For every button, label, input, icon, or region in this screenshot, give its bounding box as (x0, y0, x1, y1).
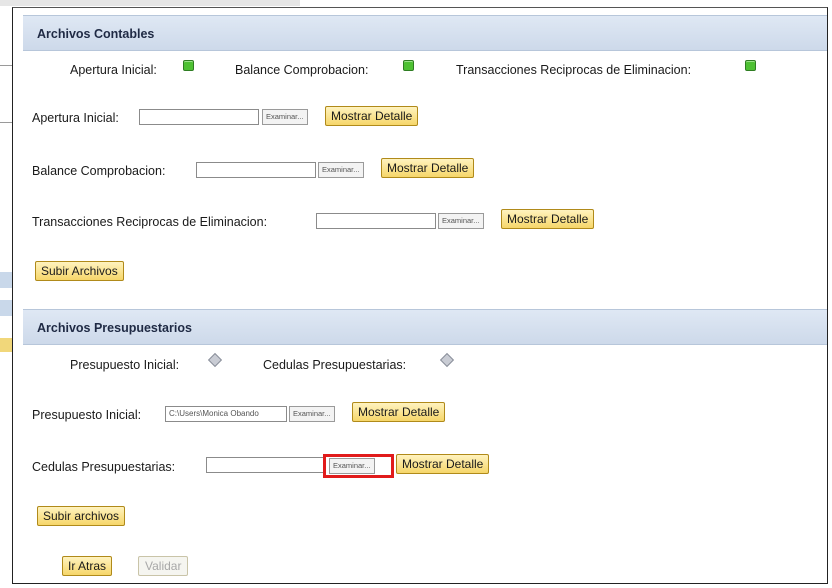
status-label-transacciones: Transacciones Reciprocas de Eliminacion: (456, 63, 692, 77)
file-path-input-transacciones[interactable] (316, 213, 436, 229)
upload-dialog: Archivos Contables Apertura Inicial: Bal… (12, 7, 828, 584)
status-label-balance: Balance Comprobacion: (235, 63, 369, 77)
section-header-presupuestarios: Archivos Presupuestarios (23, 309, 827, 345)
file-label-balance: Balance Comprobacion: (32, 164, 166, 178)
file-path-input-balance[interactable] (196, 162, 316, 178)
status-pending-icon (439, 352, 455, 368)
show-detail-button-balance[interactable]: Mostrar Detalle (381, 158, 475, 178)
status-ok-icon (183, 60, 194, 71)
browse-button-balance[interactable]: Examinar... (318, 162, 364, 178)
background-row (0, 300, 12, 316)
background-row (0, 338, 12, 352)
background-tab-strip (0, 0, 300, 6)
section-title: Archivos Presupuestarios (37, 321, 192, 335)
status-ok-icon (403, 60, 414, 71)
show-detail-button-presupuesto[interactable]: Mostrar Detalle (352, 402, 446, 422)
file-path-input-presupuesto[interactable]: C:\Users\Monica Obando (165, 406, 287, 422)
show-detail-button-cedulas[interactable]: Mostrar Detalle (396, 454, 490, 474)
background-divider (0, 65, 12, 66)
section-header-contables: Archivos Contables (23, 15, 827, 51)
highlight-browse-cedulas (323, 454, 394, 478)
upload-files-button-presupuestarios[interactable]: Subir archivos (37, 506, 126, 526)
status-label-presupuesto: Presupuesto Inicial: (70, 358, 180, 372)
file-label-transacciones: Transacciones Reciprocas de Eliminacion: (32, 215, 268, 229)
background-divider (0, 122, 12, 123)
file-path-input-cedulas[interactable] (206, 457, 326, 473)
browse-button-transacciones[interactable]: Examinar... (438, 213, 484, 229)
validate-button[interactable]: Validar (138, 556, 189, 576)
show-detail-button-transacciones[interactable]: Mostrar Detalle (501, 209, 595, 229)
upload-files-button-contables[interactable]: Subir Archivos (35, 261, 124, 281)
browse-button-apertura[interactable]: Examinar... (262, 109, 308, 125)
file-label-presupuesto: Presupuesto Inicial: (32, 408, 142, 422)
back-button[interactable]: Ir Atras (62, 556, 113, 576)
file-label-apertura: Apertura Inicial: (32, 111, 119, 125)
section-title: Archivos Contables (37, 27, 155, 41)
status-label-cedulas: Cedulas Presupuestarias: (263, 358, 407, 372)
background-row (0, 272, 12, 288)
status-ok-icon (745, 60, 756, 71)
browse-button-presupuesto[interactable]: Examinar... (289, 406, 335, 422)
file-label-cedulas: Cedulas Presupuestarias: (32, 460, 176, 474)
status-label-apertura: Apertura Inicial: (70, 63, 157, 77)
status-pending-icon (207, 352, 223, 368)
file-path-input-apertura[interactable] (139, 109, 259, 125)
show-detail-button-apertura[interactable]: Mostrar Detalle (325, 106, 419, 126)
